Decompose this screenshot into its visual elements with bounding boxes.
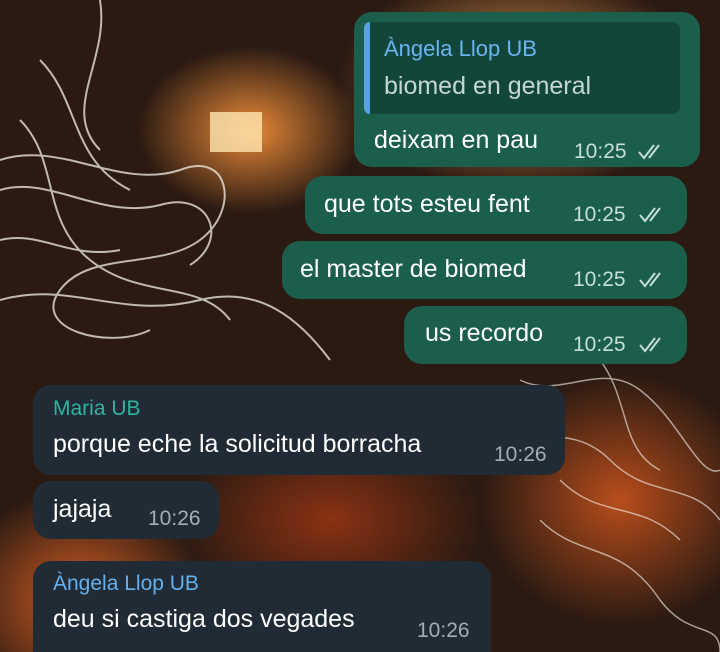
message-bubble-incoming[interactable]: Maria UB porque eche la solicitud borrac… — [33, 385, 565, 475]
message-time: 10:25 — [574, 140, 627, 163]
message-bubble-incoming[interactable]: jajaja 10:26 — [33, 481, 219, 539]
reply-preview[interactable]: Àngela Llop UB biomed en general — [364, 22, 680, 114]
message-text: deixam en pau — [374, 126, 539, 154]
message-text: el master de biomed — [300, 255, 527, 283]
double-check-icon — [638, 144, 660, 160]
reply-accent-bar — [364, 22, 370, 114]
reply-text: biomed en general — [384, 72, 592, 100]
message-bubble-outgoing[interactable]: Àngela Llop UB biomed en general deixam … — [354, 12, 700, 167]
double-check-icon — [639, 272, 661, 288]
message-text: jajaja — [53, 495, 112, 523]
message-text: que tots esteu fent — [324, 190, 530, 218]
sender-name[interactable]: Àngela Llop UB — [53, 572, 199, 596]
message-text: deu si castiga dos vegades — [53, 605, 355, 633]
sender-name[interactable]: Maria UB — [53, 397, 141, 421]
message-text: porque eche la solicitud borracha — [53, 430, 422, 458]
double-check-icon — [639, 337, 661, 353]
double-check-icon — [639, 207, 661, 223]
message-bubble-outgoing[interactable]: el master de biomed 10:25 — [282, 241, 687, 299]
message-time: 10:25 — [573, 268, 626, 291]
message-time: 10:25 — [573, 203, 626, 226]
message-time: 10:26 — [417, 619, 470, 642]
reply-sender-name: Àngela Llop UB — [384, 36, 537, 61]
message-bubble-outgoing[interactable]: us recordo 10:25 — [404, 306, 687, 364]
message-time: 10:25 — [573, 333, 626, 356]
message-time: 10:26 — [148, 507, 201, 530]
message-time: 10:26 — [494, 443, 547, 466]
message-bubble-incoming[interactable]: Àngela Llop UB deu si castiga dos vegade… — [33, 561, 491, 652]
message-text: us recordo — [425, 319, 544, 347]
message-bubble-outgoing[interactable]: que tots esteu fent 10:25 — [305, 176, 687, 234]
